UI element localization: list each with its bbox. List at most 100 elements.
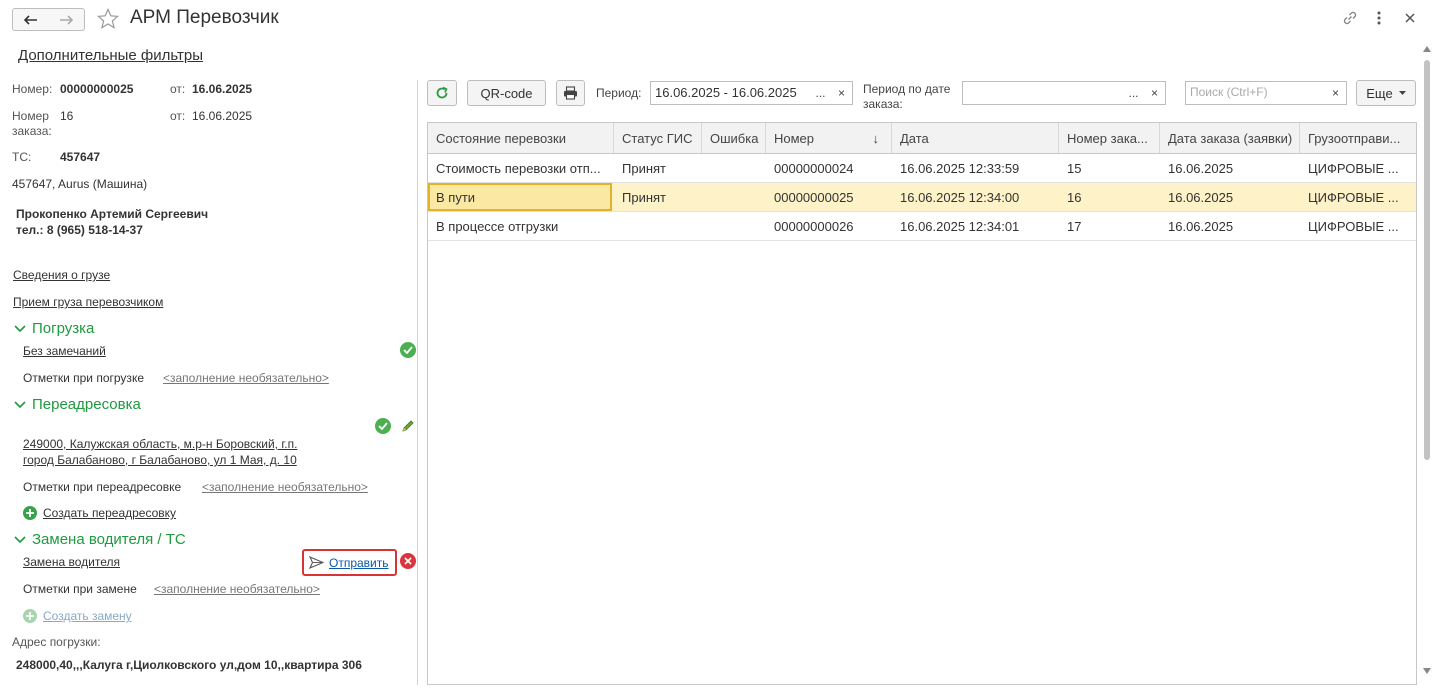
loading-section-header[interactable]: Погрузка <box>14 320 94 337</box>
more-vertical-icon[interactable] <box>1374 9 1384 27</box>
arrow-left-icon <box>23 14 37 25</box>
redirect-section-header[interactable]: Переадресовка <box>14 396 141 413</box>
remove-error-icon[interactable] <box>400 553 416 569</box>
scroll-up-arrow-icon[interactable] <box>1423 46 1431 52</box>
forward-button[interactable] <box>48 8 85 31</box>
loading-section-title: Погрузка <box>32 320 95 337</box>
more-button[interactable]: Еще <box>1356 80 1416 106</box>
table-cell: 16.06.2025 12:34:01 <box>900 218 1020 234</box>
table-cell <box>702 212 766 240</box>
table-cell: 16.06.2025 <box>1168 189 1234 205</box>
loading-status-link[interactable]: Без замечаний <box>23 344 106 358</box>
driver-change-notes-label: Отметки при замене <box>23 582 137 596</box>
driver-change-notes-field[interactable]: <заполнение необязательно> <box>154 582 320 596</box>
driver-change-section-title: Замена водителя / ТС <box>32 531 186 548</box>
create-redirect-link[interactable]: Создать переадресовку <box>43 506 176 520</box>
number-value: 00000000025 <box>60 82 134 96</box>
driver-name: Прокопенко Артемий Сергеевич <box>16 207 209 221</box>
column-header[interactable]: Дата <box>892 123 1059 153</box>
table-cell: В процессе отгрузки <box>436 218 559 234</box>
printer-icon <box>564 86 577 100</box>
cargo-info-link[interactable]: Сведения о грузе <box>13 268 110 282</box>
table-cell <box>702 183 766 211</box>
column-header[interactable]: Статус ГИС <box>614 123 702 153</box>
loading-notes-field[interactable]: <заполнение необязательно> <box>163 371 329 385</box>
link-icon[interactable] <box>1341 9 1359 27</box>
driver-change-section-header[interactable]: Замена водителя / ТС <box>14 531 186 548</box>
from-value: 16.06.2025 <box>192 82 253 96</box>
search-clear-button[interactable]: × <box>1325 81 1347 105</box>
number-label: Номер: <box>12 82 53 96</box>
redirect-section-title: Переадресовка <box>32 396 141 413</box>
order-number-label: Номер заказа: <box>12 109 52 138</box>
favorite-star-icon[interactable] <box>96 7 120 31</box>
table-cell-current: В пути <box>428 183 612 211</box>
additional-filters-link[interactable]: Дополнительные фильтры <box>18 47 203 64</box>
table-cell: 16.06.2025 <box>1168 160 1234 176</box>
print-button[interactable] <box>556 80 585 106</box>
vehicle-text: 457647, Aurus (Машина) <box>12 177 148 191</box>
qr-code-button[interactable]: QR-code <box>467 80 546 106</box>
cargo-accept-link[interactable]: Прием груза перевозчиком <box>13 295 163 309</box>
send-paper-plane-icon <box>309 556 324 569</box>
edit-pencil-icon[interactable] <box>400 418 416 434</box>
column-header[interactable]: Состояние перевозки <box>428 123 614 153</box>
table-cell: 16.06.2025 12:33:59 <box>900 160 1020 176</box>
table-cell: 00000000026 <box>774 218 854 234</box>
check-icon <box>375 418 391 434</box>
order-period-field[interactable] <box>962 81 1124 105</box>
send-button-label: Отправить <box>329 555 389 570</box>
refresh-icon <box>436 86 448 99</box>
order-period-clear-button[interactable]: × <box>1144 81 1166 105</box>
column-header[interactable]: Ошибка <box>702 123 766 153</box>
column-header[interactable]: Грузоотправи... <box>1300 123 1416 153</box>
create-replacement-link[interactable]: Создать замену <box>43 609 132 623</box>
scroll-down-arrow-icon[interactable] <box>1423 668 1431 674</box>
send-button[interactable]: Отправить <box>302 549 397 576</box>
column-header-label: Номер <box>774 130 815 146</box>
redirect-notes-label: Отметки при переадресовке <box>23 480 182 494</box>
redirect-notes-field[interactable]: <заполнение необязательно> <box>202 480 368 494</box>
table-cell: Стоимость перевозки отп... <box>436 160 601 176</box>
order-number-value: 16 <box>60 109 74 123</box>
table-cell: ЦИФРОВЫЕ ... <box>1308 218 1399 234</box>
column-header[interactable]: Дата заказа (заявки) <box>1160 123 1300 153</box>
scrollbar-thumb[interactable] <box>1424 60 1430 460</box>
search-input[interactable]: Поиск (Ctrl+F) <box>1185 81 1326 105</box>
period-select-button[interactable]: ... <box>810 81 832 105</box>
driver-phone: тел.: 8 (965) 518-14-37 <box>16 223 143 237</box>
chevron-down-icon <box>14 400 26 408</box>
order-period-select-button[interactable]: ... <box>1123 81 1145 105</box>
table-cell: ЦИФРОВЫЕ ... <box>1308 160 1399 176</box>
table-cell: 00000000024 <box>774 160 854 176</box>
refresh-button[interactable] <box>427 80 457 106</box>
table-row[interactable]: В процессе отгрузки 00000000026 16.06.20… <box>428 212 1416 241</box>
ts-label: ТС: <box>12 150 32 164</box>
close-icon[interactable] <box>1403 9 1417 27</box>
driver-change-link[interactable]: Замена водителя <box>23 555 120 569</box>
redirect-address-line2: город Балабаново, г Балабаново, ул 1 Мая… <box>23 453 297 467</box>
table-row-selected[interactable]: В пути Принят 00000000025 16.06.2025 12:… <box>428 183 1416 212</box>
table-cell: 16 <box>1067 189 1082 205</box>
panel-splitter[interactable] <box>417 80 418 685</box>
table-cell: Принят <box>622 160 667 176</box>
from-label: от: <box>170 82 186 96</box>
period-clear-button[interactable]: × <box>831 81 853 105</box>
loading-address-label: Адрес погрузки: <box>12 635 101 649</box>
table-cell: ЦИФРОВЫЕ ... <box>1308 189 1399 205</box>
ts-value: 457647 <box>60 150 101 164</box>
order-period-label: Период по дате заказа: <box>863 82 951 111</box>
vertical-scrollbar[interactable] <box>1421 46 1433 686</box>
column-header-sorted[interactable]: Номер ↓ <box>766 123 892 153</box>
table-row[interactable]: Стоимость перевозки отп... Принят 000000… <box>428 154 1416 183</box>
period-field[interactable]: 16.06.2025 - 16.06.2025 <box>650 81 811 105</box>
chevron-down-icon <box>14 324 26 332</box>
back-button[interactable] <box>12 8 49 31</box>
redirect-address-link[interactable]: 249000, Калужская область, м.р-н Боровск… <box>23 436 297 468</box>
table-cell <box>702 154 766 182</box>
period-label: Период: <box>596 86 642 100</box>
transport-grid[interactable]: Состояние перевозки Статус ГИС Ошибка Но… <box>427 122 1417 685</box>
table-cell: 17 <box>1067 218 1082 234</box>
more-button-label: Еще <box>1366 85 1393 101</box>
column-header[interactable]: Номер зака... <box>1059 123 1160 153</box>
